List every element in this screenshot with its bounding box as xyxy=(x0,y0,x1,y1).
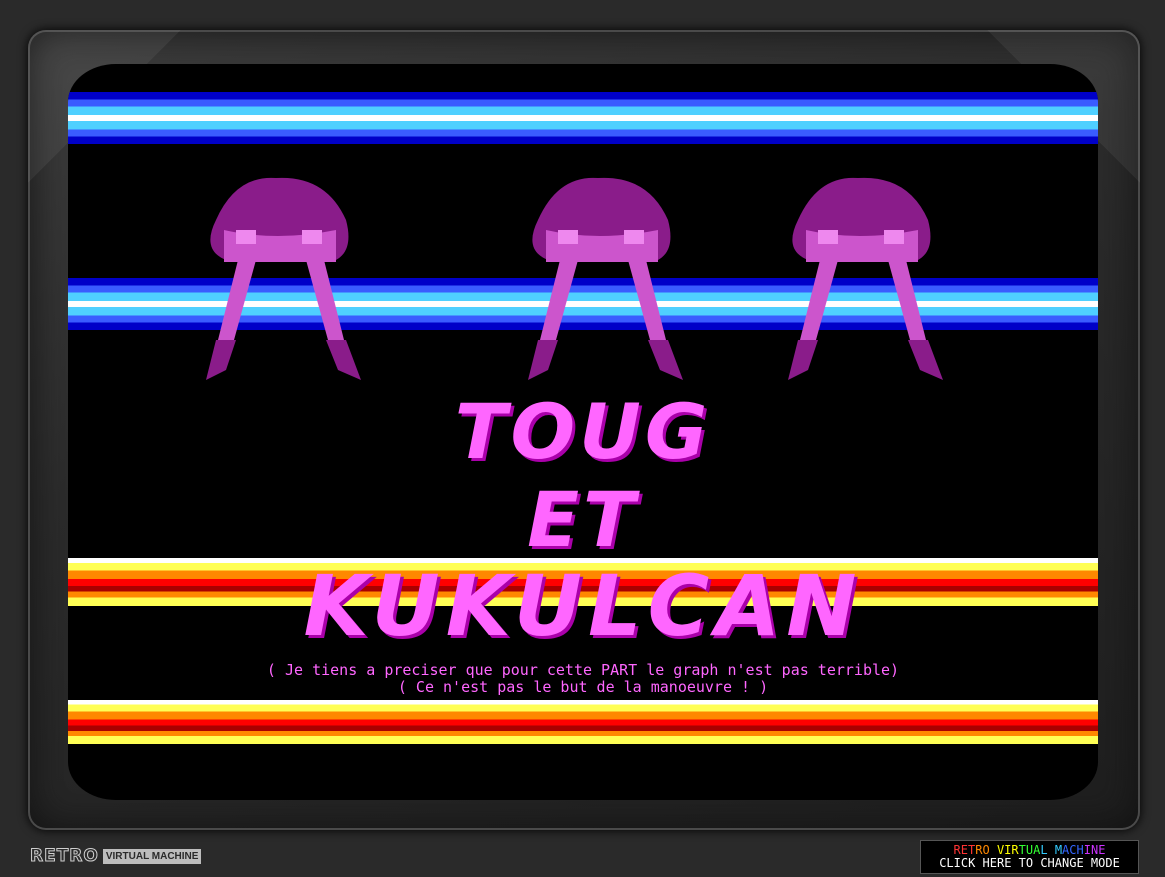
logo-main-text: RETRO xyxy=(30,846,99,867)
message-line-2: ( Ce n'est pas le but de la manoeuvre ! … xyxy=(397,678,769,696)
message-line-1: ( Je tiens a preciser que pour cette PAR… xyxy=(266,661,900,679)
change-mode-button[interactable]: RETRO VIRTUAL MACHINE CLICK HERE TO CHAN… xyxy=(920,840,1139,874)
dancer-left xyxy=(206,177,361,380)
title-line-toug: TOUG xyxy=(454,387,712,476)
dancer-right xyxy=(788,177,943,380)
bottom-fire-band xyxy=(68,700,1098,744)
logo-sub-text: VIRTUAL MACHINE xyxy=(102,848,202,864)
title-line-kukulcan: KUKULCAN xyxy=(303,557,863,655)
top-raster-band xyxy=(68,92,1098,144)
mode-action-label: CLICK HERE TO CHANGE MODE xyxy=(939,856,1120,870)
title-line-et: ET xyxy=(527,475,639,564)
dancer-center xyxy=(528,177,683,380)
emulator-screen[interactable]: TOUG ET KUKULCAN ( Je tiens a preciser q… xyxy=(68,64,1098,800)
retro-logo: RETRO VIRTUAL MACHINE xyxy=(30,846,202,867)
